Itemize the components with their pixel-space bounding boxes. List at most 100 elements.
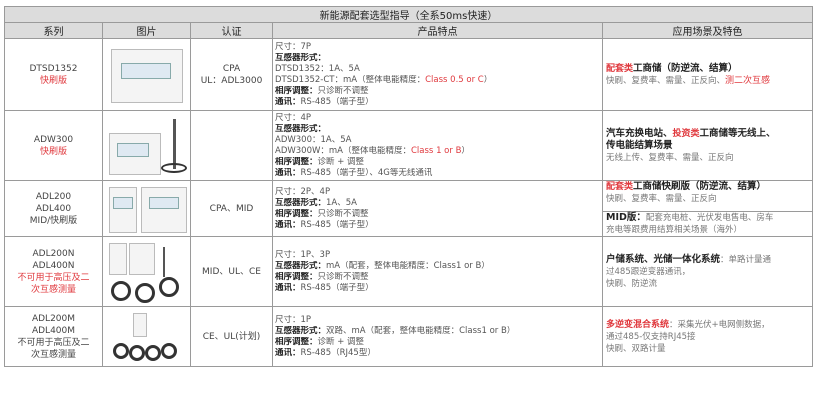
title-row: 新能源配套选型指导（全系50ms快速） <box>3 6 814 23</box>
product-image <box>102 38 191 111</box>
series-note: 不可用于高压及二 <box>17 337 90 348</box>
feature-line: 互感器形式：双路、mA（配套，整体电能精度：Class1 or B） <box>275 326 602 337</box>
application-line: 无线上传、复费率、需量、正反向 <box>606 152 812 164</box>
feature-line: 通讯：RS-485（端子型）、4G等无线通讯 <box>275 168 602 179</box>
feature-line: 尺寸：2P、4P <box>275 187 602 198</box>
text-segment: mA（配套，整体电能精度：Class1 or B） <box>326 260 490 271</box>
feature-line: 互感器形式： <box>275 53 602 64</box>
application-line: 充电等跟费用结算相关场景（海外） <box>606 224 812 236</box>
cert-label: CE、UL(计划) <box>202 331 261 342</box>
table-row: ADL200M ADL400M 不可用于高压及二 次互感测量 CE、UL(计划) 尺寸… <box>4 306 814 367</box>
cert-label: UL：ADL3000 <box>200 75 263 86</box>
text-segment: 尺寸：1P、3P <box>275 249 331 260</box>
text-segment: 无线上传、复费率、需量、正反向 <box>606 152 734 163</box>
series-name: DTSD1352 <box>29 63 78 74</box>
text-segment: 尺寸：4P <box>275 112 312 123</box>
feature-line: ADW300W：mA（整体电能精度：Class 1 or B） <box>275 146 602 157</box>
series-cell: ADW300 快刷版 <box>4 110 103 181</box>
meter-screen <box>121 63 171 79</box>
ct-coil-image <box>111 281 131 301</box>
text-segment: RS-485（端子型） <box>300 96 374 107</box>
features-cell: 尺寸：1P、3P 互感器形式：mA（配套，整体电能精度：Class1 or B）相… <box>272 236 603 307</box>
feature-line: 互感器形式：mA（配套，整体电能精度：Class1 or B） <box>275 261 602 272</box>
text-segment: RS-485（RJ45型） <box>300 347 376 358</box>
text-segment: 户储系统、光储一体化系统 <box>606 253 721 265</box>
cert-label: CPA <box>222 63 241 74</box>
application-line: 户储系统、光储一体化系统：单路计量通 <box>606 254 812 266</box>
text-segment: 相序调整： <box>275 156 318 167</box>
text-segment: 配套类 <box>606 63 634 74</box>
product-image <box>102 306 191 367</box>
cert-label: MID、UL、CE <box>202 266 261 277</box>
feature-line: 相序调整：只诊断不调整 <box>275 209 602 220</box>
application-line: 通过485-仅支持RJ45接 <box>606 331 812 343</box>
text-segment: DTSD1352-CT：mA（整体电能精度： <box>275 74 426 85</box>
selection-table: 新能源配套选型指导（全系50ms快速） 系列 图片 认证 产品特点 应用场景及特… <box>3 6 814 367</box>
application-line: 传电能结算场景 <box>606 140 812 152</box>
text-segment: 诊断 + 调整 <box>317 336 365 347</box>
series-note: 次互感测量 <box>30 349 76 360</box>
text-segment: 通讯： <box>275 96 301 107</box>
feature-line: 相序调整：只诊断不调整 <box>275 272 602 283</box>
text-segment: Class 1 or B <box>411 145 462 156</box>
text-segment: 通讯： <box>275 219 301 230</box>
cert-cell: CPA UL：ADL3000 <box>190 38 273 111</box>
feature-line: 尺寸：1P <box>275 315 602 326</box>
text-segment: 快刷、双路计量 <box>606 343 666 354</box>
text-segment: ADW300：1A、5A <box>275 134 352 145</box>
text-segment: 快刷、复费率、需量、正反向、 <box>606 75 726 86</box>
feature-line: ADW300：1A、5A <box>275 135 602 146</box>
cert-label: CPA、MID <box>209 203 254 214</box>
text-segment: 相序调整： <box>275 85 318 96</box>
header-row: 系列 图片 认证 产品特点 应用场景及特色 <box>4 22 814 39</box>
text-segment: 只诊断不调整 <box>317 208 369 219</box>
feature-line: DTSD1352-CT：mA（整体电能精度：Class 0.5 or C） <box>275 75 602 86</box>
text-segment: 诊断 + 调整 <box>317 156 365 167</box>
text-segment: 多逆变混合系统 <box>606 319 670 330</box>
application-cell: 多逆变混合系统：采集光伏+电网侧数据， 通过485-仅支持RJ45接 快刷、双路计量 <box>601 306 814 367</box>
antenna-image <box>173 119 176 169</box>
text-segment: 只诊断不调整 <box>317 85 369 96</box>
text-segment: 双路、mA（配套，整体电能精度：Class1 or B） <box>326 325 516 336</box>
text-segment: RS-485（端子型） <box>300 282 374 293</box>
ct-coil-image <box>113 343 129 359</box>
table-row: ADL200N ADL400N 不可用于高压及二 次互感测量 MID、UL、CE 尺寸… <box>4 236 814 307</box>
text-segment: 工商储快刷版（防逆流、结算） <box>633 181 767 192</box>
cert-cell <box>190 110 273 181</box>
text-segment: Class 0.5 or C <box>425 74 484 85</box>
feature-line: 尺寸：1P、3P <box>275 250 602 261</box>
feature-line: 相序调整：诊断 + 调整 <box>275 337 602 348</box>
feature-line: 相序调整：只诊断不调整 <box>275 86 602 97</box>
table-title: 新能源配套选型指导（全系50ms快速） <box>3 6 814 23</box>
feature-line: DTSD1352：1A、5A <box>275 64 602 75</box>
text-segment: ：采集光伏+电网侧数据， <box>669 319 770 330</box>
application-line: 过485跟逆变器通讯， <box>606 266 812 278</box>
text-segment: ：单路计量通 <box>720 254 772 265</box>
antenna-base-image <box>161 163 187 173</box>
text-segment: 互感器形式： <box>275 52 327 63</box>
text-segment: 互感器形式： <box>275 123 327 134</box>
series-note: 快刷版 <box>39 146 67 157</box>
product-image <box>102 110 191 181</box>
application-part-mid: MID版：配套充电桩、光伏发电售电、房车 充电等跟费用结算相关场景（海外） <box>603 211 813 236</box>
text-segment: 快刷、复费率、需量、正反向 <box>606 194 717 204</box>
text-segment: 尺寸：2P、4P <box>275 186 331 197</box>
feature-line: 互感器形式： <box>275 124 602 135</box>
application-line: MID版：配套充电桩、光伏发电售电、房车 <box>606 212 812 224</box>
ct-coil-image <box>145 345 161 361</box>
text-segment: 互感器形式： <box>275 325 327 336</box>
text-segment: 配套充电桩、光伏发电售电、房车 <box>645 213 774 223</box>
feature-line: 通讯：RS-485（RJ45型） <box>275 348 602 359</box>
series-cell: ADL200 ADL400 MID/快刷版 <box>4 180 103 237</box>
table-row: DTSD1352 快刷版 CPA UL：ADL3000 尺寸：7P 互感器形式： DTS… <box>4 38 814 111</box>
series-name: ADL200N <box>32 248 75 259</box>
text-segment: ADW300W：mA（整体电能精度： <box>275 145 411 156</box>
meter-image <box>129 243 155 275</box>
series-name: ADL200 <box>35 191 72 202</box>
application-line: 汽车充换电站、投资类工商储等无线上、 <box>606 128 812 140</box>
text-segment: MID版： <box>606 212 646 223</box>
series-note: 快刷版 <box>39 75 67 86</box>
text-segment: 测二次互感 <box>725 75 771 86</box>
meter-screen <box>117 143 149 157</box>
text-segment: 1A、5A <box>326 197 357 208</box>
